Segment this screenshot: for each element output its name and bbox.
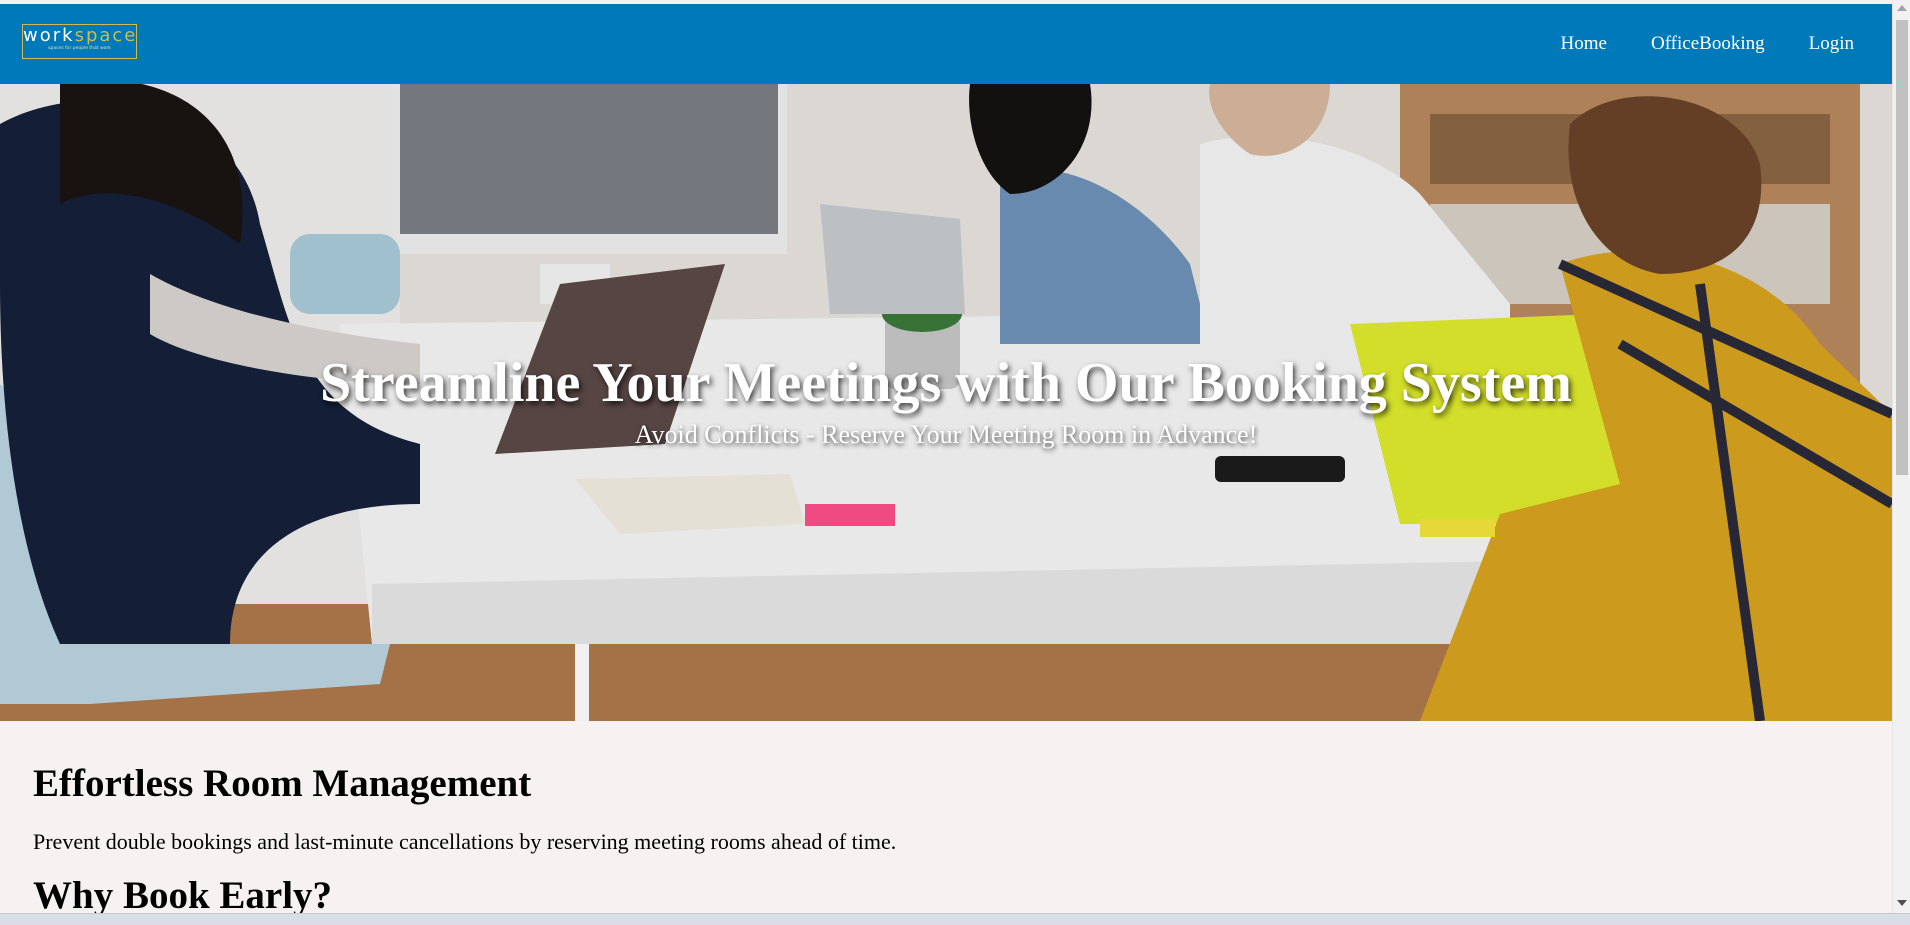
vertical-scrollbar[interactable] [1892,0,1910,913]
logo-word-part2: space [74,25,138,46]
hero-title: Streamline Your Meetings with Our Bookin… [320,352,1572,414]
section-heading: Effortless Room Management [33,762,532,805]
page: workspace spaces for people that work Ho… [0,0,1910,925]
main-content: Effortless Room Management Prevent doubl… [33,721,1863,919]
nav-officebooking-link[interactable]: OfficeBooking [1651,33,1765,55]
nav-links: Home OfficeBooking Login [1517,4,1854,84]
hero-banner: Streamline Your Meetings with Our Bookin… [0,84,1892,721]
logo-word-part1: work [23,25,75,46]
taskbar-strip [0,913,1910,925]
nav-home-link[interactable]: Home [1561,33,1607,55]
hero-subtitle: Avoid Conflicts - Reserve Your Meeting R… [634,420,1258,449]
logo-tagline: spaces for people that work [48,46,111,51]
scroll-down-arrow-icon[interactable] [1897,900,1907,906]
navbar: workspace spaces for people that work Ho… [0,4,1892,84]
nav-login-link[interactable]: Login [1809,33,1854,55]
section-paragraph: Prevent double bookings and last-minute … [33,829,897,854]
logo-wordmark: workspace [23,26,136,46]
scroll-up-arrow-icon[interactable] [1897,5,1907,11]
logo[interactable]: workspace spaces for people that work [22,24,137,59]
scroll-thumb[interactable] [1896,20,1908,475]
